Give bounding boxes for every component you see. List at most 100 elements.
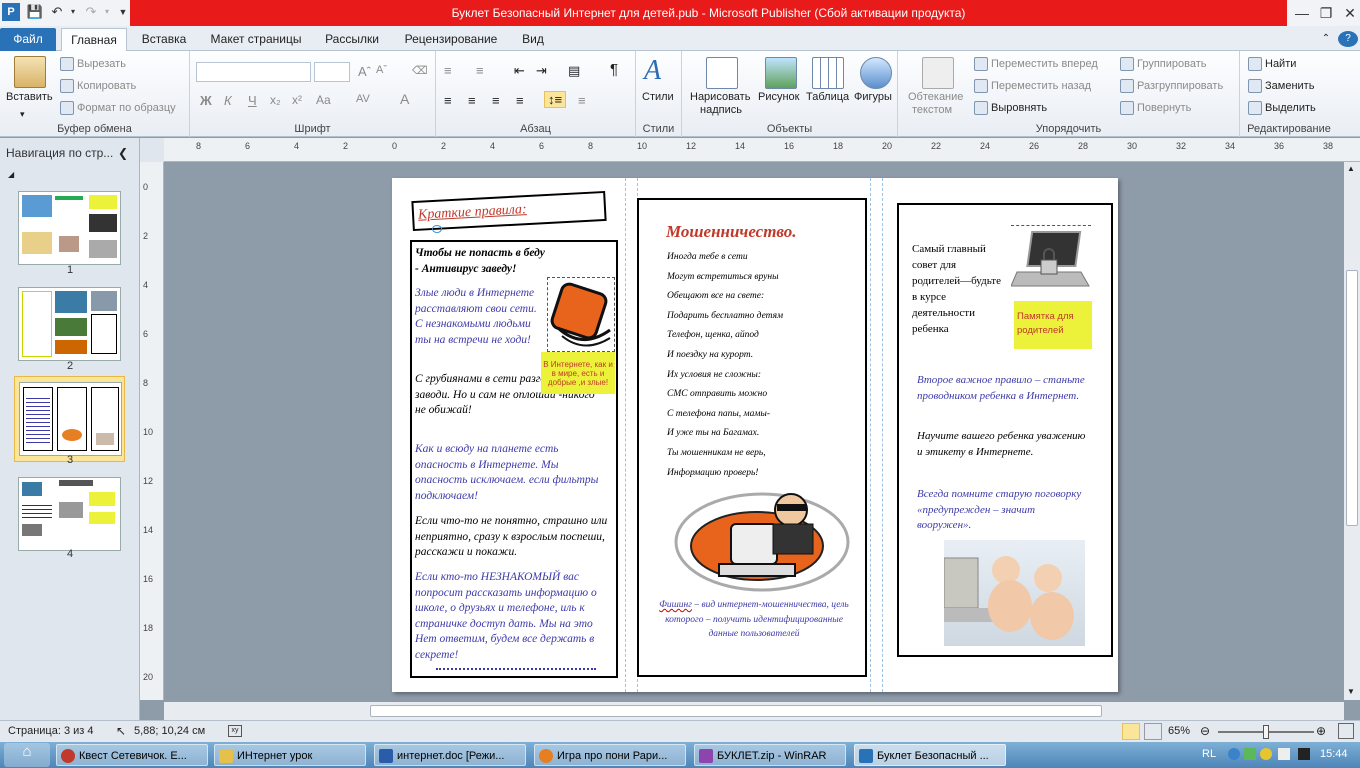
zoom-slider-thumb[interactable]	[1263, 725, 1269, 739]
tab-insert[interactable]: Вставка	[135, 28, 193, 51]
action-center-icon[interactable]	[1278, 748, 1290, 760]
table-button[interactable]: Таблица	[806, 91, 849, 103]
fraud-panel[interactable]: Мошенничество. Иногда тебе в сети Могут в…	[637, 198, 867, 677]
decrease-indent-icon[interactable]: ⇤	[514, 63, 525, 79]
cut-button[interactable]: Вырезать	[60, 57, 126, 71]
tab-review[interactable]: Рецензирование	[394, 28, 508, 51]
close-icon[interactable]: ✕	[1338, 2, 1360, 24]
two-page-view-icon[interactable]	[1144, 723, 1162, 740]
paste-button[interactable]: Вставить	[6, 91, 53, 103]
bold-icon[interactable]: Ж	[200, 93, 212, 108]
font-color-icon[interactable]: A	[400, 91, 409, 107]
rotate-handle-icon[interactable]	[432, 225, 442, 233]
draw-textbox-button[interactable]: Нарисовать	[690, 91, 750, 103]
page-thumbnail-1[interactable]	[14, 186, 125, 272]
show-marks-icon[interactable]: ¶	[610, 61, 618, 78]
page-indicator[interactable]: Страница: 3 из 4	[8, 725, 94, 737]
shapes-button[interactable]: Фигуры	[854, 91, 892, 103]
align-button[interactable]: Выровнять	[974, 101, 1047, 115]
taskbar-item-word[interactable]: интернет.doc [Режи...	[374, 744, 526, 766]
justify-icon[interactable]: ≡	[516, 93, 524, 108]
font-name-dropdown[interactable]	[196, 62, 311, 82]
horizontal-scroll-thumb[interactable]	[370, 705, 1102, 717]
paste-dropdown-icon[interactable]: ▾	[20, 109, 25, 120]
tab-view[interactable]: Вид	[514, 28, 552, 51]
help-icon[interactable]: ?	[1338, 31, 1358, 47]
send-backward-button[interactable]: Переместить назад	[974, 79, 1091, 93]
italic-icon[interactable]: К	[224, 93, 232, 108]
underline-icon[interactable]: Ч	[248, 93, 257, 108]
vertical-scroll-thumb[interactable]	[1346, 270, 1358, 526]
taskbar-item-publisher[interactable]: Буклет Безопасный ...	[854, 744, 1006, 766]
align-left-icon[interactable]: ≡	[444, 93, 452, 108]
tray-icon[interactable]	[1260, 748, 1272, 760]
superscript-icon[interactable]: x²	[292, 93, 302, 107]
scroll-up-icon[interactable]: ▲	[1347, 164, 1355, 173]
parents-panel[interactable]: Самый главный совет для родителей—будьте…	[897, 203, 1113, 657]
undo-dropdown-icon[interactable]: ▾	[64, 3, 82, 21]
vertical-ruler[interactable]: 0 2 4 6 8 10 12 14 16 18 20	[140, 162, 164, 700]
maximize-icon[interactable]: ❐	[1314, 2, 1338, 24]
ungroup-button[interactable]: Разгруппировать	[1120, 79, 1223, 93]
scroll-down-icon[interactable]: ▼	[1347, 687, 1355, 696]
page-thumbnail-3[interactable]	[14, 376, 125, 462]
nav-collapse-icon[interactable]: ❮	[118, 146, 128, 160]
publisher-app-icon[interactable]: P	[2, 3, 20, 21]
grow-font-icon[interactable]: Aˆ	[358, 64, 371, 79]
rotate-button[interactable]: Повернуть	[1120, 101, 1191, 115]
page-thumbnail-2[interactable]	[14, 282, 125, 368]
tab-mailings[interactable]: Рассылки	[318, 28, 386, 51]
vertical-scrollbar[interactable]: ▲ ▼	[1344, 162, 1360, 700]
align-right-icon[interactable]: ≡	[492, 93, 500, 108]
bluetooth-icon[interactable]	[1228, 748, 1240, 760]
network-icon[interactable]	[1244, 748, 1256, 760]
font-size-dropdown[interactable]	[314, 62, 350, 82]
replace-button[interactable]: Заменить	[1248, 79, 1314, 93]
select-button[interactable]: Выделить	[1248, 101, 1316, 115]
collapse-ribbon-icon[interactable]: ⌃	[1316, 28, 1336, 51]
language-indicator[interactable]: RL	[1202, 748, 1216, 760]
single-page-view-icon[interactable]	[1122, 723, 1140, 740]
subscript-icon[interactable]: x₂	[270, 93, 281, 107]
numbering-icon[interactable]: ≡	[476, 63, 484, 78]
group-button[interactable]: Группировать	[1120, 57, 1207, 71]
zoom-out-icon[interactable]: ⊖	[1200, 724, 1210, 738]
styles-button[interactable]: Стили	[642, 91, 674, 103]
bullets-icon[interactable]: ≡	[444, 63, 452, 78]
find-button[interactable]: Найти	[1248, 57, 1296, 71]
increase-indent-icon[interactable]: ⇥	[536, 63, 547, 79]
horizontal-ruler[interactable]: 8 6 4 2 0 2 4 6 8 10 12 14 16 18 20 22 24 26 28 30 32 34 36 38	[164, 138, 1360, 162]
char-spacing-icon[interactable]: AV	[356, 93, 370, 105]
fit-page-icon[interactable]	[1338, 723, 1354, 739]
zoom-in-icon[interactable]: ⊕	[1316, 724, 1326, 738]
rules-header-box[interactable]: Краткие правила:	[411, 190, 607, 232]
copy-button[interactable]: Копировать	[60, 79, 136, 93]
horizontal-scrollbar[interactable]	[164, 702, 1344, 720]
minimize-icon[interactable]: —	[1290, 2, 1314, 24]
clock[interactable]: 15:44	[1320, 748, 1348, 760]
taskbar-item-winrar[interactable]: БУКЛЕТ.zip - WinRAR	[694, 744, 846, 766]
align-center-icon[interactable]: ≡	[468, 93, 476, 108]
taskbar-item-folder[interactable]: ИНтернет урок	[214, 744, 366, 766]
save-icon[interactable]: 💾	[26, 3, 44, 21]
tab-page-design[interactable]: Макет страницы	[201, 28, 311, 51]
nav-expand-icon[interactable]: ◢	[8, 170, 14, 179]
start-button[interactable]: ⌂	[4, 743, 50, 767]
hacker-clipart-frame[interactable]	[547, 277, 615, 352]
page-thumbnail-4[interactable]	[14, 472, 125, 558]
tab-file[interactable]: Файл	[0, 28, 56, 51]
zoom-slider[interactable]	[1218, 725, 1314, 739]
bring-forward-button[interactable]: Переместить вперед	[974, 57, 1098, 71]
taskbar-item-quest[interactable]: Квест Сетевичок. Е...	[56, 744, 208, 766]
clear-format-icon[interactable]: ⌫	[412, 64, 428, 77]
volume-icon[interactable]	[1298, 748, 1310, 760]
change-case-icon[interactable]: Aa	[316, 93, 331, 107]
shrink-font-icon[interactable]: Aˇ	[376, 64, 387, 76]
paragraph-spacing-icon[interactable]: ≡	[578, 93, 586, 108]
columns-icon[interactable]: ▤	[568, 63, 580, 79]
picture-button[interactable]: Рисунок	[758, 91, 800, 103]
taskbar-item-browser[interactable]: Игра про пони Рари...	[534, 744, 686, 766]
publication-page[interactable]: Краткие правила: Чтобы не попасть в беду…	[392, 178, 1118, 692]
format-painter-button[interactable]: Формат по образцу	[60, 101, 176, 115]
tab-home[interactable]: Главная	[61, 28, 127, 51]
